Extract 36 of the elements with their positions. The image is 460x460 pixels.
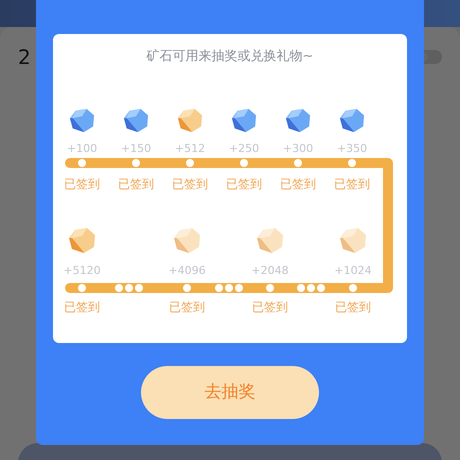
gem-icon	[339, 107, 365, 133]
ellipsis-icon	[115, 284, 143, 292]
gem-icon	[256, 226, 284, 254]
status-label: 已签到	[334, 176, 370, 192]
status-label: 已签到	[252, 299, 288, 315]
reward-value: +250	[228, 142, 260, 156]
reward-value: +350	[336, 142, 368, 156]
reward-value: +150	[120, 142, 152, 156]
reward-value: +2048	[251, 264, 289, 278]
status-label: 已签到	[118, 176, 154, 192]
gem-icon	[69, 107, 95, 133]
status-label: 已签到	[335, 299, 371, 315]
gem-icon	[173, 226, 201, 254]
status-label: 已签到	[169, 299, 205, 315]
status-label: 已签到	[172, 176, 208, 192]
status-label: 已签到	[64, 176, 100, 192]
reward-value: +5120	[63, 264, 101, 278]
subtitle-text: 矿石可用来抽奖或兑换礼物~	[146, 49, 314, 65]
reward-value: +100	[66, 142, 98, 156]
status-label: 已签到	[64, 299, 100, 315]
gem-icon	[68, 226, 96, 254]
reward-value: +512	[174, 142, 206, 156]
gem-icon	[231, 107, 257, 133]
draw-button[interactable]: 去抽奖	[141, 366, 319, 419]
reward-value: +300	[282, 142, 314, 156]
reward-value: +1024	[334, 264, 372, 278]
gem-icon	[285, 107, 311, 133]
reward-value: +4096	[168, 264, 206, 278]
status-label: 已签到	[280, 176, 316, 192]
gem-icon	[177, 107, 203, 133]
ellipsis-icon	[297, 284, 325, 292]
ellipsis-icon	[215, 284, 243, 292]
gem-icon	[339, 226, 367, 254]
gem-icon	[123, 107, 149, 133]
status-label: 已签到	[226, 176, 262, 192]
background-text: 2	[18, 45, 31, 69]
